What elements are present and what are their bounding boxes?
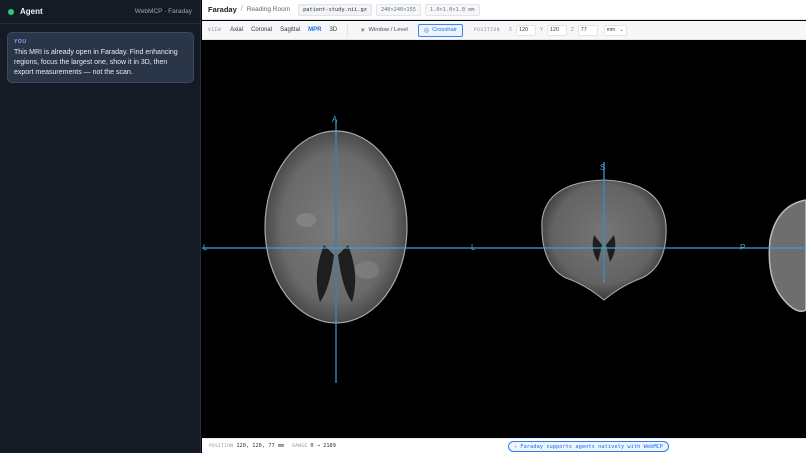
position-group: POSITION X 120 Y 120 Z 77 mm ⌄ (473, 24, 627, 36)
coronal-orientation-right: P (740, 243, 746, 252)
axial-region (355, 261, 379, 279)
position-label: POSITION (473, 27, 501, 33)
view-3d-button[interactable]: 3D (325, 25, 341, 35)
view-sagittal-button[interactable]: Sagittal (276, 25, 304, 35)
axial-orientation-left: L (203, 243, 208, 252)
axial-orientation-top: A (332, 115, 338, 124)
message-text: This MRI is already open in Faraday. Fin… (14, 49, 178, 76)
unit-value: mm (606, 27, 616, 33)
file-name-pill: patient-study.nii.gz (298, 3, 372, 16)
app-brand[interactable]: Faraday (208, 5, 237, 14)
coronal-orientation-left: L (471, 243, 476, 252)
image-viewport[interactable]: A L S L P (202, 40, 806, 438)
window-level-label: Window / Level (368, 27, 408, 33)
voxel-spacing-pill: 1.0×1.0×1.0 mm (424, 3, 480, 16)
sagittal-brain (768, 199, 806, 312)
sagittal-slice[interactable] (768, 199, 806, 312)
view-coronal-button[interactable]: Coronal (247, 25, 276, 35)
window-level-button[interactable]: ☀ Window / Level (354, 24, 414, 37)
sparkle-icon: ✧ (514, 443, 518, 450)
y-coordinate-input[interactable]: 120 (546, 24, 567, 36)
crosshair-icon: ◎ (423, 27, 430, 34)
agent-title-text: Agent (20, 7, 43, 16)
top-bar: Faraday / Reading Room patient-study.nii… (202, 0, 806, 20)
agent-panel: Agent WebMCP · Faraday YOU This MRI is a… (0, 0, 201, 453)
window-level-icon: ☀ (360, 27, 366, 34)
agent-title: Agent (8, 7, 43, 16)
mpr-canvas[interactable] (202, 40, 806, 438)
x-coordinate-input[interactable]: 120 (515, 24, 536, 36)
status-range-label: RANGE (292, 443, 308, 449)
view-axial-button[interactable]: Axial (226, 25, 247, 35)
status-position-label: POSITION (209, 443, 234, 449)
breadcrumb-separator: / (240, 6, 243, 13)
view-label: VIEW (208, 27, 222, 33)
x-label: X (509, 27, 512, 33)
volume-dims-pill: 240×240×155 (375, 3, 421, 16)
crosshair-label: Crosshair (432, 27, 457, 33)
view-mpr-button[interactable]: MPR (304, 25, 325, 35)
breadcrumb-room[interactable]: Reading Room (247, 6, 290, 13)
agent-header: Agent WebMCP · Faraday (0, 0, 200, 24)
status-bar: POSITION 120, 120, 77 mm RANGE 0 → 2189 … (202, 438, 806, 453)
message-author: YOU (14, 39, 27, 45)
z-coordinate-input[interactable]: 77 (577, 24, 598, 36)
app-root: Agent WebMCP · Faraday YOU This MRI is a… (0, 0, 806, 453)
webmcp-badge[interactable]: ✧ Faraday supports agents natively with … (508, 441, 670, 452)
status-position-value: 120, 120, 77 mm (236, 443, 285, 449)
axial-region (296, 213, 316, 227)
toolbar-divider (347, 24, 349, 36)
status-range-value: 0 → 2189 (310, 443, 336, 449)
status-dot-icon (8, 8, 14, 15)
user-message-card: YOU This MRI is already open in Faraday.… (7, 32, 194, 83)
y-label: Y (539, 27, 543, 33)
agent-subtitle: WebMCP · Faraday (134, 8, 192, 15)
viewer-toolbar: VIEW Axial Coronal Sagittal MPR 3D ☀ Win… (202, 21, 806, 40)
unit-select[interactable]: mm ⌄ (603, 24, 627, 36)
z-label: Z (570, 27, 574, 33)
chevron-down-icon: ⌄ (619, 27, 624, 33)
crosshair-button[interactable]: ◎ Crosshair (417, 23, 463, 37)
coronal-orientation-top: S (600, 163, 606, 172)
webmcp-badge-text: Faraday supports agents natively with We… (520, 443, 664, 450)
